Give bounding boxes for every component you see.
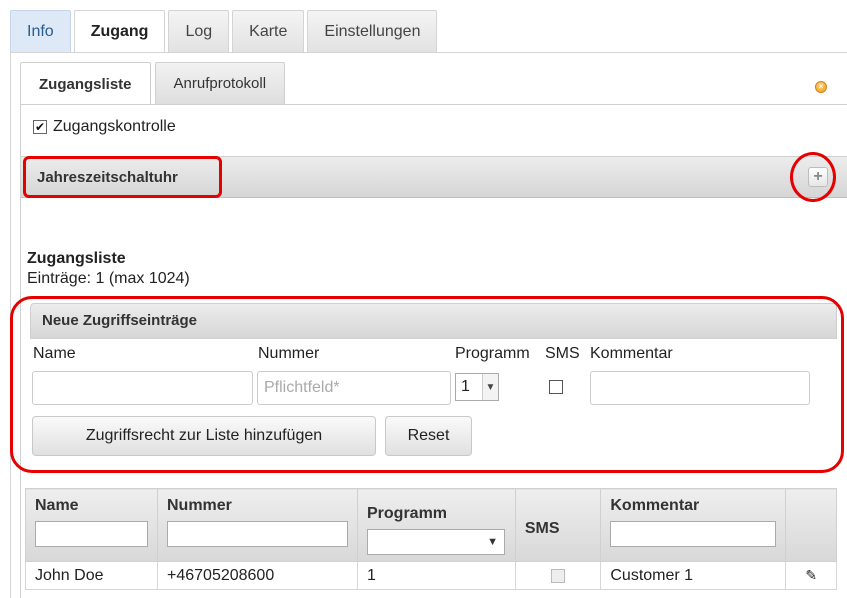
program-select-value: 1 bbox=[461, 378, 470, 395]
header-comment: Kommentar bbox=[600, 488, 787, 562]
tab-log[interactable]: Log bbox=[168, 10, 230, 52]
header-program: Programm ▼ bbox=[357, 488, 516, 562]
cell-number: +46705208600 bbox=[157, 561, 358, 590]
filter-program-select[interactable]: ▼ bbox=[367, 529, 505, 555]
number-label: Nummer bbox=[258, 345, 320, 362]
tab-einstellungen[interactable]: Einstellungen bbox=[307, 10, 438, 52]
name-input[interactable] bbox=[32, 371, 253, 405]
sms-cell-checkbox bbox=[551, 568, 566, 583]
comment-input[interactable] bbox=[590, 371, 810, 405]
filter-number-input[interactable] bbox=[167, 521, 348, 547]
new-entry-title: Neue Zugriffseinträge bbox=[42, 312, 198, 329]
tab-zugangsliste[interactable]: Zugangsliste bbox=[20, 62, 151, 105]
header-actions bbox=[785, 488, 837, 562]
cell-name: John Doe bbox=[25, 561, 158, 590]
main-tabs: Info Zugang Log Karte Einstellungen bbox=[10, 10, 440, 53]
access-control-row[interactable]: ✔ Zugangskontrolle bbox=[33, 118, 176, 136]
comment-label: Kommentar bbox=[590, 345, 673, 362]
cell-program: 1 bbox=[357, 561, 516, 590]
table-row[interactable]: John Doe +46705208600 1 Customer 1 ✎ bbox=[25, 561, 837, 590]
sub-tabs: Zugangsliste Anrufprotokoll bbox=[20, 62, 289, 105]
filter-comment-input[interactable] bbox=[610, 521, 777, 547]
add-access-button[interactable]: Zugriffsrecht zur Liste hinzufügen bbox=[32, 416, 376, 456]
tab-zugang[interactable]: Zugang bbox=[73, 10, 166, 53]
number-input[interactable] bbox=[257, 371, 451, 405]
header-number: Nummer bbox=[157, 488, 358, 562]
tab-info[interactable]: Info bbox=[10, 10, 71, 52]
chevron-down-icon: ▼ bbox=[487, 536, 498, 548]
name-label: Name bbox=[33, 345, 76, 362]
access-list-count: Einträge: 1 (max 1024) bbox=[27, 270, 190, 287]
access-control-label: Zugangskontrolle bbox=[53, 118, 176, 135]
pencil-icon[interactable]: ✎ bbox=[785, 561, 837, 590]
tab-karte[interactable]: Karte bbox=[232, 10, 305, 52]
access-list-heading: Zugangsliste bbox=[27, 250, 126, 267]
season-timer-title: Jahreszeitschaltuhr bbox=[37, 169, 178, 186]
access-table: Name Nummer Programm ▼ SMS Kommentar Joh… bbox=[25, 488, 837, 590]
header-sms: SMS bbox=[514, 488, 602, 562]
program-label: Programm bbox=[455, 345, 530, 362]
sms-label: SMS bbox=[545, 345, 580, 362]
header-name: Name bbox=[25, 488, 158, 562]
chevron-down-icon: ▼ bbox=[482, 374, 498, 400]
cell-sms bbox=[514, 561, 602, 590]
reset-button[interactable]: Reset bbox=[385, 416, 472, 456]
cell-comment: Customer 1 bbox=[600, 561, 787, 590]
program-select[interactable]: 1 ▼ bbox=[455, 373, 499, 401]
sms-checkbox[interactable] bbox=[549, 380, 563, 394]
close-dot-icon[interactable]: × bbox=[815, 81, 827, 93]
access-control-checkbox[interactable]: ✔ bbox=[33, 120, 47, 134]
filter-name-input[interactable] bbox=[35, 521, 148, 547]
plus-icon[interactable]: + bbox=[808, 167, 828, 187]
tab-anrufprotokoll[interactable]: Anrufprotokoll bbox=[154, 62, 286, 104]
